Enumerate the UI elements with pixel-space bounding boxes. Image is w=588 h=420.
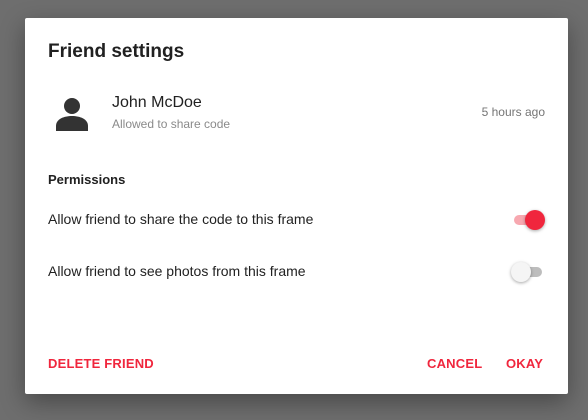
share-code-toggle[interactable] bbox=[511, 210, 545, 230]
permission-label-see-photos: Allow friend to see photos from this fra… bbox=[48, 263, 306, 279]
okay-button[interactable]: OKAY bbox=[506, 356, 543, 371]
toggle-thumb bbox=[511, 262, 531, 282]
permission-row-see-photos: Allow friend to see photos from this fra… bbox=[48, 260, 545, 284]
person-icon bbox=[56, 98, 88, 131]
permission-label-share-code: Allow friend to share the code to this f… bbox=[48, 211, 314, 227]
toggle-thumb bbox=[525, 210, 545, 230]
delete-friend-button[interactable]: DELETE FRIEND bbox=[48, 356, 154, 371]
permissions-heading: Permissions bbox=[48, 172, 126, 187]
friend-settings-dialog: Friend settings John McDoe Allowed to sh… bbox=[25, 18, 568, 394]
dialog-title: Friend settings bbox=[48, 41, 185, 62]
cancel-button[interactable]: CANCEL bbox=[427, 356, 482, 371]
permission-row-share-code: Allow friend to share the code to this f… bbox=[48, 208, 545, 232]
see-photos-toggle[interactable] bbox=[511, 262, 545, 282]
friend-user-row: John McDoe Allowed to share code 5 hours… bbox=[48, 94, 545, 134]
friend-name: John McDoe bbox=[112, 94, 202, 111]
friend-timestamp: 5 hours ago bbox=[481, 105, 545, 119]
friend-status: Allowed to share code bbox=[112, 117, 231, 131]
